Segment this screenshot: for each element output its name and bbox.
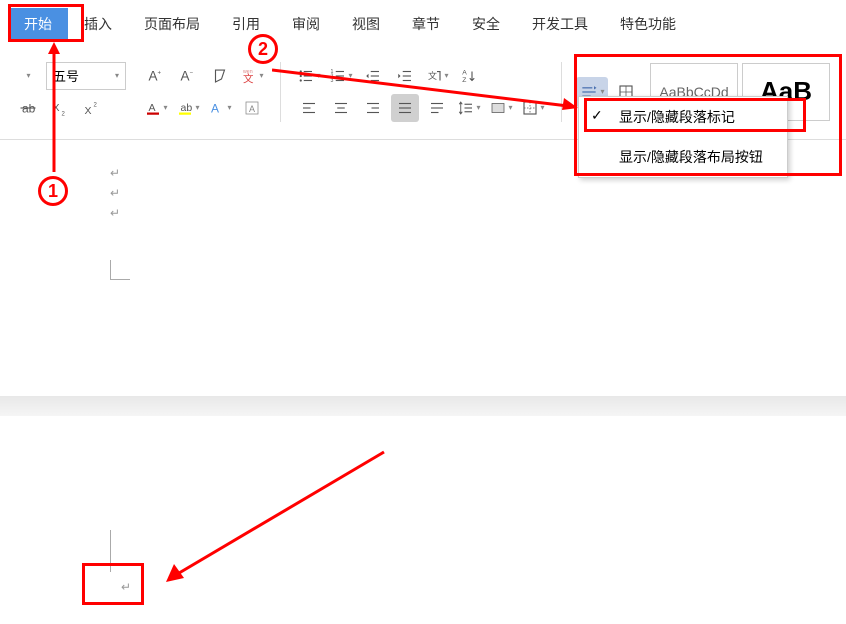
- page-break: [0, 396, 846, 416]
- svg-text:A: A: [149, 68, 158, 83]
- show-hide-paragraph-marks[interactable]: ✓ 显示/隐藏段落标记: [579, 97, 787, 137]
- text-effect-icon[interactable]: A▾: [206, 94, 234, 122]
- copy-dropdown-icon[interactable]: ▾: [14, 62, 42, 90]
- menu-dev-tools[interactable]: 开发工具: [516, 8, 604, 40]
- clear-format-icon[interactable]: [206, 62, 234, 90]
- show-hide-paragraph-layout[interactable]: 显示/隐藏段落布局按钮: [579, 137, 787, 177]
- svg-text:Z: Z: [462, 77, 466, 84]
- paragraph-mark: ↵: [110, 206, 846, 220]
- font-size-select[interactable]: 五号 ▾: [46, 62, 126, 90]
- dropdown-item-label: 显示/隐藏段落布局按钮: [619, 149, 763, 165]
- svg-text:文: 文: [428, 70, 437, 81]
- numbered-list-icon[interactable]: 123▾: [327, 62, 355, 90]
- border-icon[interactable]: ▾: [519, 94, 547, 122]
- dropdown-item-label: 显示/隐藏段落标记: [619, 109, 735, 125]
- svg-text:A: A: [211, 101, 219, 115]
- svg-text:2: 2: [94, 102, 98, 108]
- bottom-paragraph-area: ↵: [95, 570, 157, 604]
- subscript-icon[interactable]: X2: [46, 94, 74, 122]
- svg-text:ab: ab: [181, 102, 193, 114]
- superscript-icon[interactable]: X2: [78, 94, 106, 122]
- menu-view[interactable]: 视图: [336, 8, 396, 40]
- menu-security[interactable]: 安全: [456, 8, 516, 40]
- menu-start[interactable]: 开始: [8, 8, 68, 40]
- align-distribute-icon[interactable]: [423, 94, 451, 122]
- increase-font-icon[interactable]: A+: [142, 62, 170, 90]
- paragraph-mark: ↵: [121, 580, 131, 594]
- align-center-icon[interactable]: [327, 94, 355, 122]
- svg-text:X: X: [53, 102, 60, 114]
- svg-text:A: A: [149, 102, 156, 114]
- text-direction-icon[interactable]: 文▾: [423, 62, 451, 90]
- annotation-arrow-3: [160, 448, 390, 588]
- svg-text:+: +: [158, 70, 162, 76]
- decrease-font-icon[interactable]: A−: [174, 62, 202, 90]
- paragraph-marks-dropdown: ✓ 显示/隐藏段落标记 显示/隐藏段落布局按钮: [578, 96, 788, 178]
- align-justify-icon[interactable]: [391, 94, 419, 122]
- char-border-icon[interactable]: A: [238, 94, 266, 122]
- svg-text:2: 2: [62, 111, 66, 117]
- page-corner-icon: [110, 530, 126, 572]
- svg-text:−: −: [190, 70, 194, 76]
- svg-text:3: 3: [331, 78, 334, 84]
- increase-indent-icon[interactable]: [391, 62, 419, 90]
- svg-text:文: 文: [243, 72, 254, 85]
- shading-icon[interactable]: ▾: [487, 94, 515, 122]
- font-size-value: 五号: [53, 66, 79, 85]
- menu-review[interactable]: 审阅: [276, 8, 336, 40]
- font-color-icon[interactable]: A▾: [142, 94, 170, 122]
- align-right-icon[interactable]: [359, 94, 387, 122]
- menu-special[interactable]: 特色功能: [604, 8, 692, 40]
- svg-text:A: A: [181, 68, 190, 83]
- menu-reference[interactable]: 引用: [216, 8, 276, 40]
- align-left-icon[interactable]: [295, 94, 323, 122]
- menu-bar: 开始 插入 页面布局 引用 审阅 视图 章节 安全 开发工具 特色功能: [0, 0, 846, 48]
- svg-text:A: A: [462, 69, 467, 76]
- check-icon: ✓: [591, 107, 603, 124]
- menu-chapter[interactable]: 章节: [396, 8, 456, 40]
- svg-text:A: A: [249, 103, 255, 113]
- highlight-icon[interactable]: ab▾: [174, 94, 202, 122]
- phonetic-icon[interactable]: wen文▾: [238, 62, 266, 90]
- strikethrough-icon[interactable]: ab: [14, 94, 42, 122]
- bullet-list-icon[interactable]: ▾: [295, 62, 323, 90]
- decrease-indent-icon[interactable]: [359, 62, 387, 90]
- menu-insert[interactable]: 插入: [68, 8, 128, 40]
- line-spacing-icon[interactable]: ▾: [455, 94, 483, 122]
- svg-text:X: X: [85, 105, 92, 117]
- paragraph-mark: ↵: [110, 186, 846, 200]
- page-corner-icon: [110, 260, 130, 280]
- sort-icon[interactable]: AZ: [455, 62, 483, 90]
- menu-page-layout[interactable]: 页面布局: [128, 8, 216, 40]
